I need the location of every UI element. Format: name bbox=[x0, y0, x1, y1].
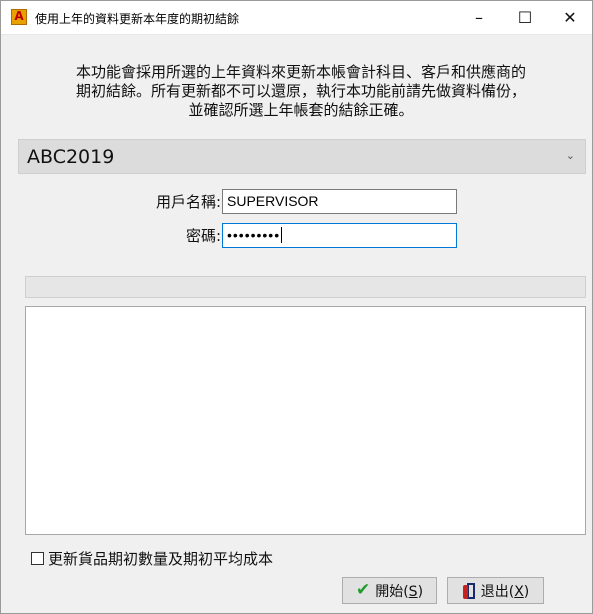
dialog-window: 使用上年的資料更新本年度的期初結餘 – ☐ ✕ 本功能會採用所選的上年資料來更新… bbox=[0, 0, 593, 614]
title-bar[interactable]: 使用上年的資料更新本年度的期初結餘 – ☐ ✕ bbox=[1, 1, 592, 35]
intro-line: 期初結餘。所有更新都不可以還原，執行本功能前請先做資料備份， bbox=[75, 82, 526, 100]
exit-button-label: 退出(X) bbox=[480, 583, 530, 600]
password-value: ••••••••• bbox=[227, 227, 281, 243]
username-value: SUPERVISOR bbox=[227, 193, 319, 209]
close-button[interactable]: ✕ bbox=[547, 1, 593, 33]
company-dropdown-value: ABC2019 bbox=[27, 146, 115, 168]
update-inventory-checkbox[interactable] bbox=[31, 551, 44, 565]
password-label: 密碼: bbox=[185, 227, 221, 245]
progress-bar bbox=[25, 276, 586, 298]
maximize-button[interactable]: ☐ bbox=[502, 1, 548, 33]
exit-button[interactable]: 退出(X) bbox=[447, 577, 544, 604]
app-icon bbox=[11, 9, 27, 25]
update-inventory-option[interactable]: 更新貨品期初數量及期初平均成本 bbox=[31, 548, 273, 568]
chevron-down-icon: ⌄ bbox=[565, 149, 575, 162]
minimize-button[interactable]: – bbox=[456, 1, 502, 33]
text-caret bbox=[281, 227, 283, 243]
intro-line: 本功能會採用所選的上年資料來更新本帳會計科目、客戶和供應商的 bbox=[75, 63, 526, 81]
intro-text: 本功能會採用所選的上年資料來更新本帳會計科目、客戶和供應商的 期初結餘。所有更新… bbox=[31, 63, 571, 120]
checkmark-icon: ✔ bbox=[355, 580, 371, 600]
start-button[interactable]: ✔ 開始(S) bbox=[342, 577, 437, 604]
username-label: 用戶名稱: bbox=[155, 193, 221, 211]
window-title: 使用上年的資料更新本年度的期初結餘 bbox=[35, 12, 240, 26]
update-inventory-label: 更新貨品期初數量及期初平均成本 bbox=[48, 549, 274, 568]
password-field[interactable]: ••••••••• bbox=[222, 223, 457, 248]
username-field[interactable]: SUPERVISOR bbox=[222, 189, 457, 214]
start-button-label: 開始(S) bbox=[375, 583, 424, 600]
company-dropdown[interactable]: ABC2019 ⌄ bbox=[18, 139, 586, 174]
log-textarea[interactable] bbox=[25, 306, 586, 535]
intro-line: 並確認所選上年帳套的結餘正確。 bbox=[188, 101, 414, 119]
exit-door-icon bbox=[462, 582, 476, 600]
